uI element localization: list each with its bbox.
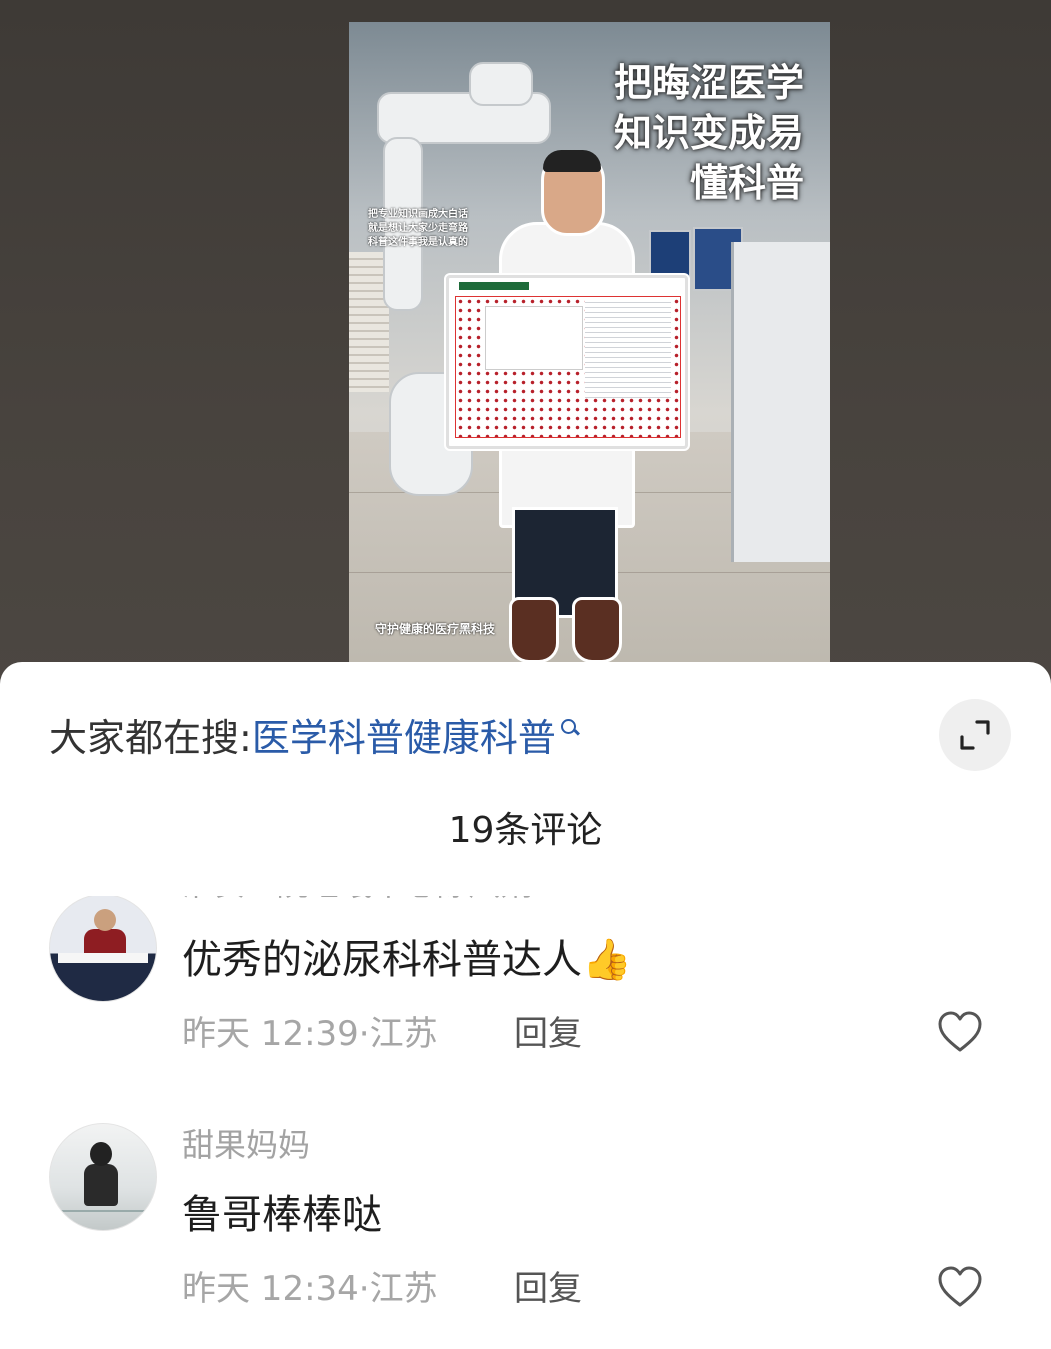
comment-text: 鲁哥棒棒哒 bbox=[182, 1192, 382, 1238]
comment-meta: 昨天 12:34·江苏 bbox=[182, 1267, 438, 1311]
avatar-face bbox=[94, 909, 116, 931]
comment-list[interactable]: 淮安 · 院睡眠中心陈凤娟 优秀的泌尿科科普达人👍 昨天 12:39·江苏 回复… bbox=[0, 896, 1051, 1349]
reply-button[interactable]: 回复 bbox=[514, 1012, 582, 1056]
avatar-face bbox=[90, 1142, 112, 1166]
avatar-table bbox=[58, 953, 148, 963]
avatar-body bbox=[84, 1164, 118, 1206]
comment-sheet: 大家都在搜:医学科普健康科普 19条评论 淮安 · 院睡眠中心陈凤娟 优秀的泌尿… bbox=[0, 662, 1051, 1349]
side-note-line: 把专业知识画成大白话 bbox=[368, 209, 468, 220]
side-note-line: 科普这件事我是认真的 bbox=[368, 237, 468, 248]
avatar[interactable] bbox=[49, 896, 157, 1002]
meta-separator: · bbox=[358, 1269, 370, 1309]
comment-time: 昨天 12:39 bbox=[182, 1014, 359, 1054]
heart-icon[interactable] bbox=[937, 1265, 983, 1309]
video-caption: 守护健康的医疗黑科技 bbox=[375, 622, 496, 636]
doctor-hair bbox=[543, 150, 601, 172]
comment-username[interactable]: 淮安 · 院睡眠中心陈凤娟 bbox=[182, 896, 533, 904]
science-board bbox=[446, 275, 688, 449]
comment-username[interactable]: 甜果妈妈 bbox=[182, 1125, 310, 1165]
headline-line: 把晦涩医学 bbox=[613, 61, 804, 105]
side-note-line: 就是想让大家少走弯路 bbox=[368, 223, 468, 234]
trending-search[interactable]: 大家都在搜:医学科普健康科普 bbox=[49, 714, 580, 762]
doctor-shoe bbox=[572, 597, 622, 663]
avatar-caption-line bbox=[60, 1210, 146, 1212]
video-headline: 把晦涩医学 知识变成易 懂科普 bbox=[614, 58, 804, 208]
comment-count: 19条评论 bbox=[448, 810, 603, 851]
expand-button[interactable] bbox=[939, 699, 1011, 771]
comment-meta: 昨天 12:39·江苏 bbox=[182, 1012, 438, 1056]
comment-location: 江苏 bbox=[369, 1014, 438, 1054]
comment-time: 昨天 12:34 bbox=[182, 1269, 359, 1309]
expand-icon bbox=[960, 720, 990, 750]
comment-text-content: 优秀的泌尿科科普达人 bbox=[182, 937, 582, 983]
headline-line: 懂科普 bbox=[689, 161, 804, 205]
comment-location: 江苏 bbox=[369, 1269, 438, 1309]
video-frame[interactable]: 把晦涩医学 知识变成易 懂科普 把专业知识画成大白话 就是想让大家少走弯路 科普… bbox=[349, 22, 830, 672]
board-text-block bbox=[585, 298, 671, 398]
search-icon[interactable] bbox=[560, 718, 580, 738]
surgical-console bbox=[731, 242, 830, 562]
meta-separator: · bbox=[358, 1014, 370, 1054]
avatar[interactable] bbox=[49, 1123, 157, 1231]
video-side-note: 把专业知识画成大白话 就是想让大家少走弯路 科普这件事我是认真的 bbox=[368, 208, 468, 250]
trending-search-label: 大家都在搜: bbox=[49, 716, 252, 760]
board-title-bar bbox=[459, 282, 529, 290]
headline-line: 知识变成易 bbox=[613, 111, 804, 155]
doctor-shoe bbox=[509, 597, 559, 663]
reply-button[interactable]: 回复 bbox=[514, 1267, 582, 1311]
comment-text: 优秀的泌尿科科普达人👍 bbox=[182, 934, 632, 986]
robot-arm bbox=[469, 62, 533, 106]
trending-search-link[interactable]: 医学科普健康科普 bbox=[252, 716, 556, 760]
thumbs-up-icon: 👍 bbox=[582, 937, 632, 983]
heart-icon[interactable] bbox=[937, 1010, 983, 1054]
board-illustration bbox=[485, 306, 583, 370]
